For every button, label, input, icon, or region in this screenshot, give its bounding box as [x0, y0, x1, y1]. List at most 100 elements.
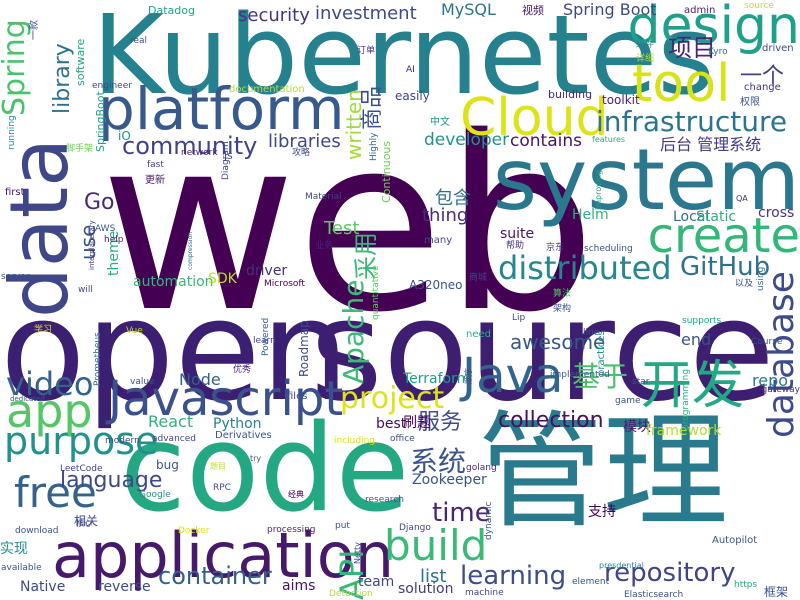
word-98: easily	[395, 89, 430, 103]
word-134: 算法	[553, 289, 572, 299]
word-161: Derivatives	[215, 430, 272, 441]
word-190: https	[734, 580, 758, 590]
word-167: LeetCode	[60, 464, 103, 474]
word-160: advanced	[152, 434, 196, 444]
word-87: 实现	[0, 541, 28, 557]
word-121: compression	[187, 231, 194, 270]
word-128: scheduling	[584, 244, 633, 254]
word-155: star	[632, 377, 650, 387]
word-189: Elasticsearch	[624, 590, 684, 600]
word-112: fast	[147, 160, 164, 170]
word-175: Django	[399, 523, 431, 533]
word-191: 框架	[764, 585, 789, 599]
word-193: iO	[118, 129, 131, 143]
word-116: Highly	[369, 132, 379, 161]
word-109: 中文	[430, 117, 450, 128]
word-99: building	[548, 88, 593, 101]
word-177: put	[335, 521, 350, 531]
word-43: security	[238, 5, 310, 26]
word-34: library	[50, 43, 75, 114]
word-192: 一款	[29, 20, 40, 40]
word-159: files	[287, 391, 308, 402]
word-197: try	[250, 454, 262, 463]
word-86: Native	[20, 579, 66, 595]
word-124: help	[104, 235, 124, 245]
word-137: quantitative	[371, 265, 381, 320]
word-46: MySQL	[441, 0, 496, 19]
word-12: tool	[632, 54, 731, 114]
word-149: Prometheus	[93, 332, 103, 386]
word-17: 开发	[640, 356, 745, 416]
word-132: A320neo	[409, 278, 463, 292]
word-156: game	[615, 396, 641, 406]
word-60: suite	[500, 226, 535, 242]
word-53: 后台 管理系统	[660, 135, 762, 154]
word-52: contains	[510, 131, 582, 151]
word-97: documentation	[229, 84, 305, 95]
word-141: will	[78, 285, 93, 295]
word-82: team	[358, 574, 395, 590]
word-110: 攻略	[292, 148, 311, 158]
word-147: supports	[682, 316, 722, 326]
word-143: Vue	[126, 326, 143, 336]
word-165: golang	[466, 463, 497, 473]
word-170: Google	[139, 490, 171, 500]
word-18: distributed	[498, 249, 672, 287]
word-180: Autopilot	[712, 535, 758, 546]
word-89: 视频	[522, 4, 544, 17]
word-108: AI	[406, 65, 415, 75]
word-129: using	[756, 266, 766, 291]
word-142: 学习	[34, 325, 53, 335]
word-158: practices	[596, 330, 607, 376]
word-31: container	[158, 562, 272, 590]
word-69: React	[148, 412, 194, 431]
word-162: modern	[105, 436, 140, 446]
word-65: automation	[133, 274, 214, 290]
word-198: 顺序	[464, 368, 473, 384]
word-33: Spring	[0, 19, 32, 116]
word-54: Go	[84, 190, 115, 215]
word-148: Course	[751, 337, 783, 347]
word-115: Material	[305, 192, 342, 202]
word-172: 经典	[288, 490, 304, 499]
word-106: 详细	[636, 54, 655, 64]
word-83: solution	[398, 581, 454, 597]
word-174: dynamic	[484, 501, 494, 540]
word-126: 帮助	[506, 241, 525, 251]
word-40: time	[432, 498, 491, 528]
word-92: real	[130, 36, 148, 46]
word-181: download	[15, 526, 59, 536]
word-133: 商城	[469, 273, 488, 283]
word-119: QA	[736, 194, 748, 203]
word-66: driver	[246, 263, 288, 279]
word-85: reverse	[98, 579, 151, 595]
word-196: many	[424, 235, 453, 246]
word-63: cross	[758, 205, 795, 221]
word-93: software	[74, 38, 87, 86]
word-144: learn	[253, 336, 276, 346]
word-151: value	[130, 377, 155, 387]
word-125: 业务	[315, 241, 334, 251]
word-103: 权限	[740, 97, 760, 108]
word-29: Apache	[337, 279, 370, 384]
word-123: AWS	[95, 224, 116, 234]
word-153: Roadmap	[297, 320, 311, 377]
word-184: Docker	[178, 526, 210, 536]
word-56: thing	[422, 205, 469, 226]
word-70: Python	[213, 416, 262, 432]
word-117: Continuous	[380, 140, 393, 203]
word-195: js	[224, 149, 233, 162]
word-185: available	[1, 563, 42, 573]
word-105: 组件	[636, 40, 655, 50]
word-130: 以及	[735, 279, 754, 289]
word-118: features	[592, 135, 626, 144]
word-78: 刷题	[403, 415, 431, 431]
word-67: SDK	[208, 271, 237, 287]
word-194: 脚手架	[66, 144, 94, 154]
word-19: database	[761, 271, 800, 438]
word-44: investment	[315, 3, 417, 24]
word-104: Kyro	[708, 47, 728, 57]
word-164: office	[390, 434, 415, 444]
word-173: research	[365, 495, 404, 505]
word-79: Zookeeper	[412, 472, 487, 488]
